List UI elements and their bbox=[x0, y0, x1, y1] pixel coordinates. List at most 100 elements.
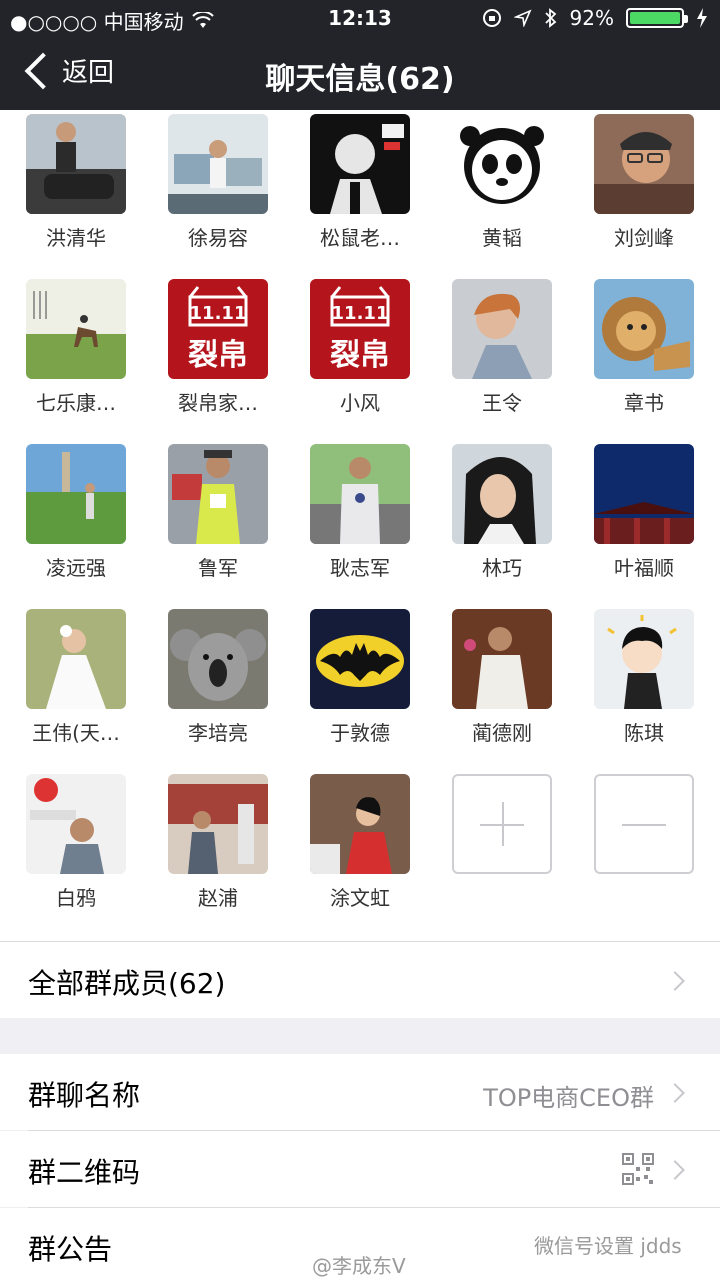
member-tile[interactable]: 松鼠老… bbox=[290, 114, 430, 251]
member-avatar bbox=[310, 609, 410, 709]
member-avatar bbox=[452, 279, 552, 379]
member-tile[interactable]: 王令 bbox=[432, 279, 572, 416]
member-avatar bbox=[594, 609, 694, 709]
battery-icon bbox=[626, 8, 688, 28]
member-name: 黄韬 bbox=[482, 226, 522, 250]
member-tile[interactable]: 黄韬 bbox=[432, 114, 572, 251]
add-member-button[interactable] bbox=[432, 774, 572, 874]
member-name: 裂帛家… bbox=[178, 391, 258, 415]
page-title: 聊天信息(62) bbox=[265, 62, 455, 97]
member-tile[interactable]: 李培亮 bbox=[148, 609, 288, 746]
member-avatar bbox=[452, 114, 552, 214]
member-avatar bbox=[452, 444, 552, 544]
member-tile[interactable]: 凌远强 bbox=[6, 444, 146, 581]
member-name: 白鸦 bbox=[56, 886, 96, 910]
member-tile[interactable]: 刘剑峰 bbox=[574, 114, 714, 251]
member-avatar bbox=[452, 609, 552, 709]
chevron-right-icon bbox=[665, 1083, 685, 1103]
member-avatar bbox=[594, 279, 694, 379]
member-tile[interactable]: 七乐康… bbox=[6, 279, 146, 416]
member-avatar bbox=[26, 609, 126, 709]
members-grid: 洪清华 徐易容 松鼠老… 黄韬 刘剑峰 七乐康… 11.11 裂帛 裂帛家… 1… bbox=[0, 110, 720, 942]
nav-bar: 返回 聊天信息(62) bbox=[0, 36, 720, 110]
member-name: 于敦德 bbox=[330, 721, 390, 745]
member-avatar: 11.11 裂帛 bbox=[168, 279, 268, 379]
member-tile[interactable]: 于敦德 bbox=[290, 609, 430, 746]
member-avatar bbox=[310, 114, 410, 214]
member-name: 耿志军 bbox=[330, 556, 390, 580]
member-name: 章书 bbox=[624, 391, 664, 415]
member-tile[interactable]: 陈琪 bbox=[574, 609, 714, 746]
svg-text:11.11: 11.11 bbox=[190, 303, 247, 324]
minus-icon bbox=[594, 774, 694, 874]
rotation-lock-icon bbox=[482, 9, 501, 27]
charging-icon bbox=[697, 8, 707, 28]
member-avatar bbox=[594, 444, 694, 544]
member-avatar bbox=[26, 114, 126, 214]
member-avatar bbox=[310, 774, 410, 874]
member-name: 林巧 bbox=[482, 556, 522, 580]
member-avatar bbox=[168, 609, 268, 709]
member-name: 蔺德刚 bbox=[472, 721, 532, 745]
member-avatar bbox=[168, 774, 268, 874]
member-name: 七乐康… bbox=[36, 391, 116, 415]
group-name-value: TOP电商CEO群 bbox=[483, 1084, 654, 1112]
member-tile[interactable]: 叶福顺 bbox=[574, 444, 714, 581]
member-tile[interactable]: 徐易容 bbox=[148, 114, 288, 251]
member-avatar bbox=[168, 114, 268, 214]
wechat-watermark: 微信号设置 jdds bbox=[534, 1234, 682, 1258]
group-name-row[interactable]: 群聊名称 TOP电商CEO群 bbox=[0, 1054, 720, 1130]
member-name: 叶福顺 bbox=[614, 556, 674, 580]
member-name: 刘剑峰 bbox=[614, 226, 674, 250]
member-name: 松鼠老… bbox=[320, 226, 400, 250]
member-tile[interactable]: 11.11 裂帛 小风 bbox=[290, 279, 430, 416]
remove-member-button[interactable] bbox=[574, 774, 714, 874]
group-notice-label: 群公告 bbox=[28, 1233, 113, 1266]
member-tile[interactable]: 赵浦 bbox=[148, 774, 288, 911]
member-avatar bbox=[594, 114, 694, 214]
member-name: 徐易容 bbox=[188, 226, 248, 250]
member-name: 陈琪 bbox=[624, 721, 664, 745]
member-tile[interactable]: 洪清华 bbox=[6, 114, 146, 251]
member-avatar bbox=[168, 444, 268, 544]
chevron-right-icon bbox=[665, 971, 685, 991]
member-name: 赵浦 bbox=[198, 886, 238, 910]
svg-text:裂帛: 裂帛 bbox=[188, 338, 248, 373]
member-name: 凌远强 bbox=[46, 556, 106, 580]
member-tile[interactable]: 章书 bbox=[574, 279, 714, 416]
member-tile[interactable]: 涂文虹 bbox=[290, 774, 430, 911]
member-avatar: 11.11 裂帛 bbox=[310, 279, 410, 379]
member-tile[interactable]: 耿志军 bbox=[290, 444, 430, 581]
all-members-label: 全部群成员(62) bbox=[28, 967, 226, 1000]
member-name: 李培亮 bbox=[188, 721, 248, 745]
member-tile[interactable]: 11.11 裂帛 裂帛家… bbox=[148, 279, 288, 416]
member-name: 鲁军 bbox=[198, 556, 238, 580]
member-name: 王令 bbox=[482, 391, 522, 415]
member-tile[interactable]: 林巧 bbox=[432, 444, 572, 581]
member-name: 王伟(天… bbox=[32, 721, 120, 745]
member-tile[interactable]: 蔺德刚 bbox=[432, 609, 572, 746]
battery-percent: 92% bbox=[569, 6, 614, 30]
location-icon bbox=[513, 9, 532, 27]
chevron-right-icon bbox=[665, 1160, 685, 1180]
svg-text:11.11: 11.11 bbox=[332, 303, 389, 324]
member-avatar bbox=[310, 444, 410, 544]
svg-text:裂帛: 裂帛 bbox=[330, 338, 390, 373]
member-avatar bbox=[26, 774, 126, 874]
member-name: 涂文虹 bbox=[330, 886, 390, 910]
status-bar: ●○○○○ 中国移动 12:13 92% bbox=[0, 0, 720, 36]
member-name: 洪清华 bbox=[46, 226, 106, 250]
top-bar: ●○○○○ 中国移动 12:13 92% 返回 聊天信息(62) bbox=[0, 0, 720, 110]
bluetooth-icon bbox=[544, 8, 556, 28]
group-name-label: 群聊名称 bbox=[28, 1079, 141, 1112]
member-avatar bbox=[26, 279, 126, 379]
member-tile[interactable]: 白鸦 bbox=[6, 774, 146, 911]
plus-icon bbox=[452, 774, 552, 874]
weibo-watermark: @李成东V bbox=[312, 1254, 406, 1278]
group-qr-label: 群二维码 bbox=[28, 1156, 141, 1189]
member-tile[interactable]: 鲁军 bbox=[148, 444, 288, 581]
qr-code-icon bbox=[622, 1153, 654, 1185]
all-members-row[interactable]: 全部群成员(62) bbox=[0, 942, 720, 1018]
group-qr-row[interactable]: 群二维码 bbox=[0, 1131, 720, 1207]
member-tile[interactable]: 王伟(天… bbox=[6, 609, 146, 746]
